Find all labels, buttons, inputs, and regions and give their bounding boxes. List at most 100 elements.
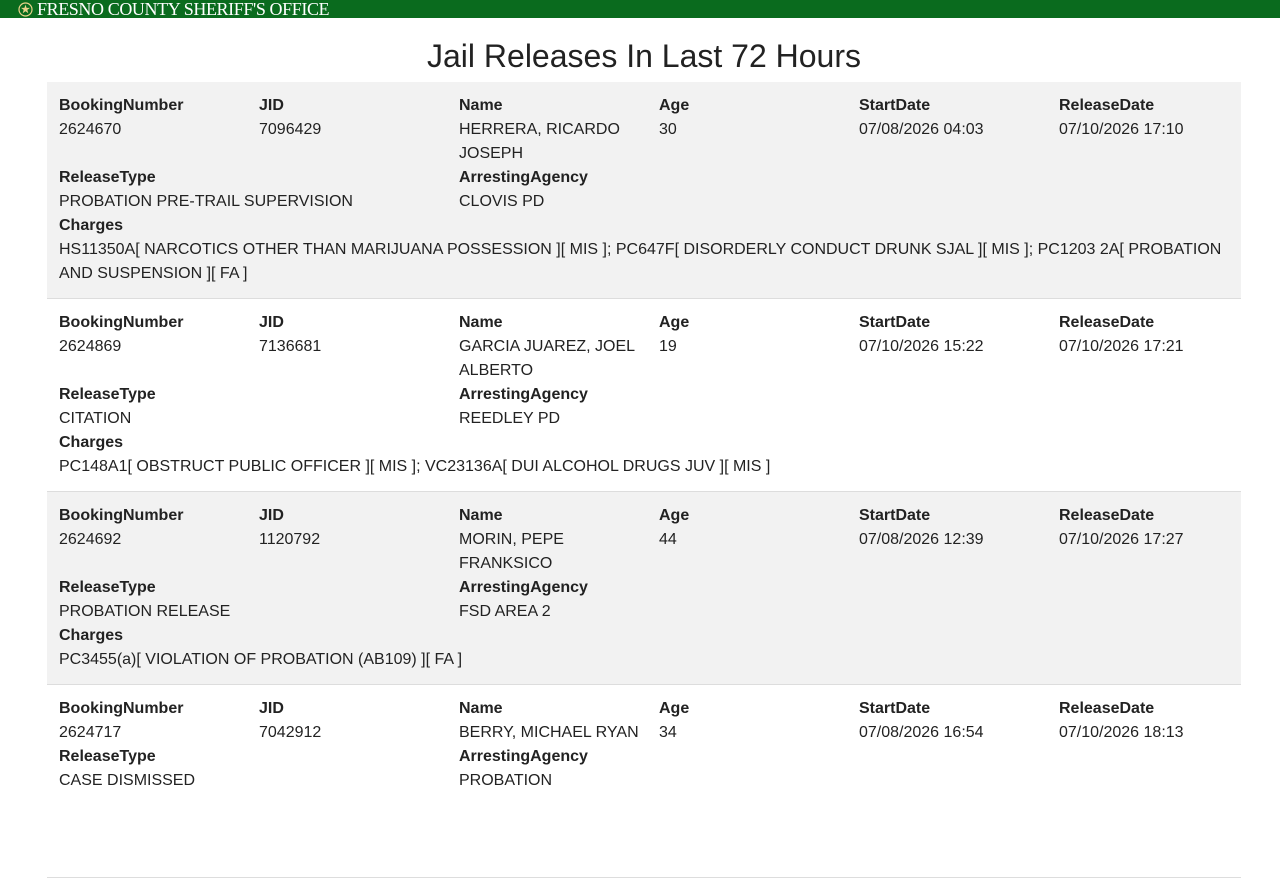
booking-number-cell: BookingNumber 2624869 xyxy=(59,311,259,383)
brand-logo[interactable]: FRESNO COUNTY SHERIFF'S OFFICE xyxy=(18,0,330,19)
booking-number-cell: BookingNumber 2624717 xyxy=(59,697,259,745)
arresting-agency-value: REEDLEY PD xyxy=(459,410,561,427)
release-date-cell: ReleaseDate 07/10/2026 17:21 xyxy=(1059,311,1259,383)
release-type-cell: ReleaseType PROBATION PRE-TRAIL SUPERVIS… xyxy=(59,166,459,214)
booking-number-label: BookingNumber xyxy=(59,97,184,114)
name-value: GARCIA JUAREZ, JOEL ALBERTO xyxy=(459,338,635,379)
age-cell: Age 44 xyxy=(659,504,859,576)
release-type-label: ReleaseType xyxy=(59,748,156,765)
age-cell: Age 30 xyxy=(659,94,859,166)
age-label: Age xyxy=(659,507,690,524)
charges-label: Charges xyxy=(59,434,124,451)
release-record: BookingNumber 2624670 JID 7096429 Name H… xyxy=(47,82,1241,299)
start-date-cell: StartDate 07/08/2026 04:03 xyxy=(859,94,1059,166)
name-value: HERRERA, RICARDO JOSEPH xyxy=(459,121,620,162)
release-type-value: CITATION xyxy=(59,410,132,427)
arresting-agency-value: PROBATION xyxy=(459,772,553,789)
release-date-cell: ReleaseDate 07/10/2026 18:13 xyxy=(1059,697,1259,745)
booking-number-value: 2624692 xyxy=(59,531,122,548)
start-date-value: 07/10/2026 15:22 xyxy=(859,338,984,355)
brand-name: FRESNO COUNTY SHERIFF'S OFFICE xyxy=(37,0,330,19)
age-label: Age xyxy=(659,700,690,717)
jid-label: JID xyxy=(259,507,284,524)
name-cell: Name MORIN, PEPE FRANKSICO xyxy=(459,504,659,576)
record-detail-row: ReleaseType CITATION ArrestingAgency REE… xyxy=(59,383,1229,431)
name-cell: Name BERRY, MICHAEL RYAN xyxy=(459,697,659,745)
release-date-value: 07/10/2026 18:13 xyxy=(1059,724,1184,741)
age-value: 44 xyxy=(659,531,677,548)
release-date-label: ReleaseDate xyxy=(1059,507,1155,524)
start-date-label: StartDate xyxy=(859,700,931,717)
jid-value: 7096429 xyxy=(259,121,322,138)
booking-number-label: BookingNumber xyxy=(59,700,184,717)
jid-cell: JID 7096429 xyxy=(259,94,459,166)
record-detail-row: ReleaseType PROBATION PRE-TRAIL SUPERVIS… xyxy=(59,166,1229,214)
arresting-agency-cell: ArrestingAgency CLOVIS PD xyxy=(459,166,859,214)
booking-number-value: 2624869 xyxy=(59,338,122,355)
start-date-value: 07/08/2026 12:39 xyxy=(859,531,984,548)
sheriff-star-icon xyxy=(18,1,33,17)
release-record: BookingNumber 2624717 JID 7042912 Name B… xyxy=(47,685,1241,878)
name-cell: Name HERRERA, RICARDO JOSEPH xyxy=(459,94,659,166)
arresting-agency-cell: ArrestingAgency PROBATION xyxy=(459,745,859,793)
jid-cell: JID 7042912 xyxy=(259,697,459,745)
charges-value: PC3455(a)[ VIOLATION OF PROBATION (AB109… xyxy=(59,651,463,668)
jid-label: JID xyxy=(259,314,284,331)
release-type-label: ReleaseType xyxy=(59,579,156,596)
charges-label: Charges xyxy=(59,627,124,644)
record-summary-row: BookingNumber 2624670 JID 7096429 Name H… xyxy=(59,94,1229,166)
arresting-agency-value: FSD AREA 2 xyxy=(459,603,551,620)
booking-number-label: BookingNumber xyxy=(59,314,184,331)
name-label: Name xyxy=(459,700,503,717)
release-type-cell: ReleaseType PROBATION RELEASE xyxy=(59,576,459,624)
arresting-agency-label: ArrestingAgency xyxy=(459,169,588,186)
jid-value: 1120792 xyxy=(259,531,321,548)
release-type-value: PROBATION PRE-TRAIL SUPERVISION xyxy=(59,193,353,210)
age-label: Age xyxy=(659,314,690,331)
release-type-label: ReleaseType xyxy=(59,386,156,403)
record-summary-row: BookingNumber 2624717 JID 7042912 Name B… xyxy=(59,697,1229,745)
age-value: 19 xyxy=(659,338,677,355)
release-date-cell: ReleaseDate 07/10/2026 17:10 xyxy=(1059,94,1259,166)
charges-value: HS11350A[ NARCOTICS OTHER THAN MARIJUANA… xyxy=(59,241,1222,282)
record-summary-row: BookingNumber 2624869 JID 7136681 Name G… xyxy=(59,311,1229,383)
age-label: Age xyxy=(659,97,690,114)
release-type-value: PROBATION RELEASE xyxy=(59,603,231,620)
name-label: Name xyxy=(459,97,503,114)
booking-number-value: 2624670 xyxy=(59,121,122,138)
release-date-label: ReleaseDate xyxy=(1059,97,1155,114)
start-date-label: StartDate xyxy=(859,314,931,331)
charges-label: Charges xyxy=(59,217,124,234)
arresting-agency-value: CLOVIS PD xyxy=(459,193,545,210)
release-date-value: 07/10/2026 17:10 xyxy=(1059,121,1184,138)
jid-cell: JID 1120792 xyxy=(259,504,459,576)
arresting-agency-label: ArrestingAgency xyxy=(459,579,588,596)
start-date-cell: StartDate 07/08/2026 16:54 xyxy=(859,697,1059,745)
jid-value: 7136681 xyxy=(259,338,322,355)
age-cell: Age 34 xyxy=(659,697,859,745)
age-value: 30 xyxy=(659,121,677,138)
site-header: FRESNO COUNTY SHERIFF'S OFFICE xyxy=(0,0,1280,18)
release-date-value: 07/10/2026 17:27 xyxy=(1059,531,1184,548)
name-value: MORIN, PEPE FRANKSICO xyxy=(459,531,564,572)
page-title: Jail Releases In Last 72 Hours xyxy=(427,38,861,74)
release-list: BookingNumber 2624670 JID 7096429 Name H… xyxy=(47,82,1241,878)
release-type-value: CASE DISMISSED xyxy=(59,772,196,789)
jid-label: JID xyxy=(259,700,284,717)
arresting-agency-cell: ArrestingAgency FSD AREA 2 xyxy=(459,576,859,624)
start-date-label: StartDate xyxy=(859,507,931,524)
booking-number-cell: BookingNumber 2624670 xyxy=(59,94,259,166)
release-type-label: ReleaseType xyxy=(59,169,156,186)
booking-number-value: 2624717 xyxy=(59,724,122,741)
age-value: 34 xyxy=(659,724,677,741)
name-label: Name xyxy=(459,314,503,331)
release-date-label: ReleaseDate xyxy=(1059,700,1155,717)
release-record: BookingNumber 2624869 JID 7136681 Name G… xyxy=(47,299,1241,492)
start-date-cell: StartDate 07/10/2026 15:22 xyxy=(859,311,1059,383)
jid-value: 7042912 xyxy=(259,724,322,741)
start-date-cell: StartDate 07/08/2026 12:39 xyxy=(859,504,1059,576)
record-detail-row: ReleaseType PROBATION RELEASE ArrestingA… xyxy=(59,576,1229,624)
release-date-cell: ReleaseDate 07/10/2026 17:27 xyxy=(1059,504,1259,576)
release-type-cell: ReleaseType CASE DISMISSED xyxy=(59,745,459,793)
release-date-label: ReleaseDate xyxy=(1059,314,1155,331)
